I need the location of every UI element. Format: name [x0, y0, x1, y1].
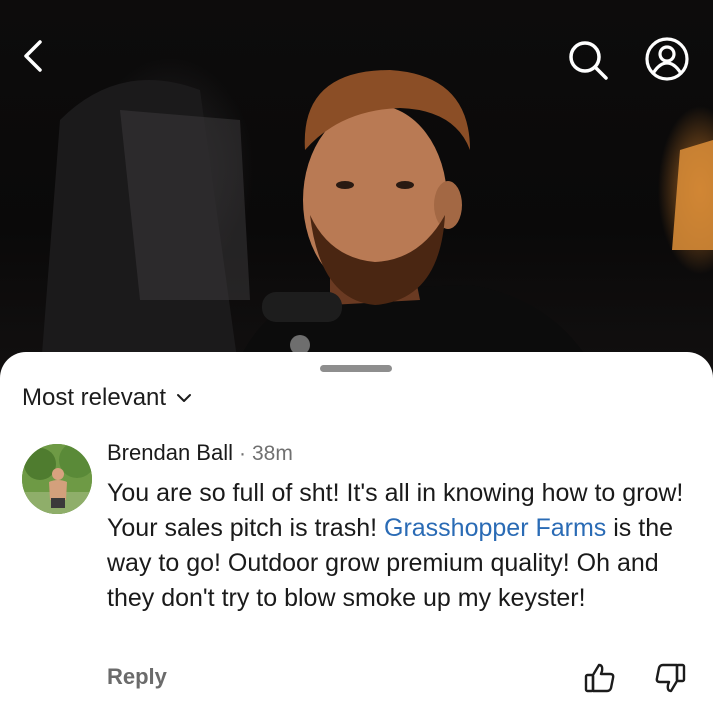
video-player[interactable]	[0, 0, 713, 380]
like-button[interactable]	[580, 658, 620, 698]
comment-text: You are so full of sht! It's all in know…	[107, 476, 697, 616]
profile-button[interactable]	[644, 36, 700, 92]
search-button[interactable]	[566, 38, 618, 90]
sort-label: Most relevant	[22, 384, 167, 411]
comment-author[interactable]: Brendan Ball	[107, 440, 233, 466]
chevron-down-icon	[177, 394, 192, 402]
avatar-image	[22, 444, 92, 514]
thumbs-up-icon	[584, 663, 615, 693]
dislike-button[interactable]	[650, 658, 690, 698]
meta-separator: ·	[238, 442, 246, 465]
comments-sheet: Most relevant Brendan Ball · 38m You are…	[0, 352, 713, 720]
reply-button[interactable]: Reply	[107, 664, 167, 690]
comment: Brendan Ball · 38m You are so full of sh…	[107, 440, 697, 616]
account-circle-icon	[645, 37, 689, 81]
thumbs-down-icon	[655, 663, 686, 693]
comment-timestamp: 38m	[251, 442, 293, 465]
chevron-left-icon	[24, 40, 42, 72]
avatar[interactable]	[22, 444, 92, 514]
back-button[interactable]	[18, 38, 66, 86]
comment-actions: Reply	[0, 658, 713, 708]
search-icon	[569, 41, 608, 80]
sort-dropdown[interactable]: Most relevant	[22, 382, 192, 414]
comment-meta: Brendan Ball · 38m	[107, 440, 697, 472]
comment-link[interactable]: Grasshopper Farms	[384, 514, 606, 542]
drag-handle[interactable]	[320, 365, 392, 372]
comments-screen: Most relevant Brendan Ball · 38m You are…	[0, 0, 713, 720]
